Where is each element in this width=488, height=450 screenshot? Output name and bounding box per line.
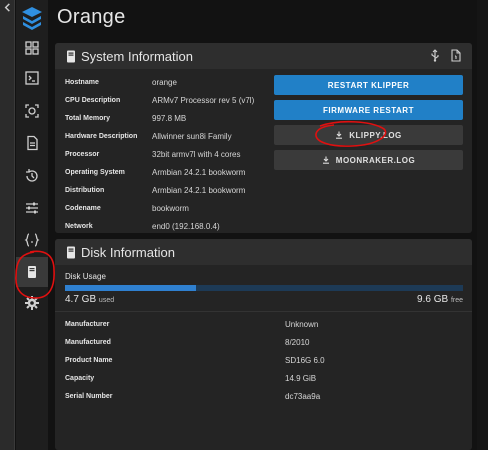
disk-free-value: 9.6 GB <box>417 294 449 305</box>
disk-used: 4.7 GB used <box>65 294 114 305</box>
sidebar-item-settings[interactable] <box>16 288 48 318</box>
info-value: Allwinner sun8i Family <box>152 132 232 141</box>
info-label: Manufacturer <box>65 321 110 328</box>
usb-icon[interactable] <box>429 49 441 62</box>
sidebar-item-system[interactable] <box>16 257 48 287</box>
disk-used-value: 4.7 GB <box>65 294 97 305</box>
file-info-icon[interactable] <box>450 49 462 62</box>
firmware-restart-label: FIRMWARE RESTART <box>323 105 414 115</box>
info-value: 14.9 GiB <box>285 374 317 383</box>
info-label: Serial Number <box>65 393 113 400</box>
info-value: 8/2010 <box>285 338 310 347</box>
tune-icon <box>26 202 38 214</box>
info-label: Network <box>65 223 93 230</box>
klippy-log-label: KLIPPY.LOG <box>349 130 402 140</box>
sidebar-item-history[interactable] <box>16 161 48 191</box>
disk-info-header: Disk Information <box>55 239 472 265</box>
webcam-icon <box>25 104 39 118</box>
system-icon <box>28 266 36 278</box>
disk-free-suffix: free <box>450 297 463 304</box>
info-value: Unknown <box>285 320 319 329</box>
disk-usage-bar <box>65 285 463 291</box>
info-value: orange <box>152 78 177 87</box>
info-label: Hostname <box>65 79 99 86</box>
info-value: 997.8 MB <box>152 114 187 123</box>
moonraker-log-button[interactable]: MOONRAKER.LOG <box>274 150 463 170</box>
disk-free: 9.6 GB free <box>417 294 463 305</box>
info-label: Total Memory <box>65 115 110 122</box>
disk-info-title: Disk Information <box>81 244 175 260</box>
sidebar-item-webcam[interactable] <box>16 96 48 126</box>
disk-info-card: Disk Information Disk Usage 4.7 GB used … <box>55 239 472 450</box>
console-icon <box>25 71 39 85</box>
info-value: bookworm <box>152 204 189 213</box>
collapse-strip[interactable] <box>0 0 15 450</box>
system-info-title: System Information <box>81 48 193 64</box>
system-info-card: System Information Hostname orange CPU D… <box>55 43 472 233</box>
info-label: Capacity <box>65 375 95 382</box>
download-icon <box>336 131 343 139</box>
restart-klipper-label: RESTART KLIPPER <box>327 80 410 90</box>
info-value: dc73aa9a <box>285 392 321 401</box>
dashboard-icon <box>25 41 39 55</box>
disk-used-suffix: used <box>98 297 115 304</box>
klippy-log-button[interactable]: KLIPPY.LOG <box>274 125 463 145</box>
sidebar-item-config[interactable] <box>16 225 48 255</box>
info-value: 32bit armv7l with 4 cores <box>152 150 241 159</box>
info-label: Distribution <box>65 187 105 194</box>
system-info-header: System Information <box>55 43 472 69</box>
disk-usage-label: Disk Usage <box>65 272 106 281</box>
info-value: SD16G 6.0 <box>285 356 325 365</box>
page-title: Orange <box>57 6 126 28</box>
sidebar-item-files[interactable] <box>16 128 48 158</box>
config-icon <box>24 233 40 247</box>
sidebar-item-console[interactable] <box>16 63 48 93</box>
sd-card-icon <box>67 50 75 62</box>
divider <box>55 311 472 312</box>
info-value: Armbian 24.2.1 bookworm <box>152 168 246 177</box>
history-icon <box>26 169 38 182</box>
sidebar-item-tune[interactable] <box>16 193 48 223</box>
info-value: end0 (192.168.0.4) <box>152 222 220 231</box>
info-value: Armbian 24.2.1 bookworm <box>152 186 246 195</box>
settings-icon <box>25 296 39 310</box>
info-label: Manufactured <box>65 339 111 346</box>
sidebar-item-dashboard[interactable] <box>16 33 48 63</box>
info-label: Processor <box>65 151 100 158</box>
app-logo-icon[interactable] <box>20 5 44 31</box>
disk-usage-fill <box>65 285 197 291</box>
sidebar <box>16 0 48 450</box>
info-value: ARMv7 Processor rev 5 (v7l) <box>152 96 255 105</box>
info-label: Hardware Description <box>65 133 138 140</box>
files-icon <box>27 135 38 151</box>
disk-icon <box>67 246 75 258</box>
download-icon <box>322 156 329 164</box>
info-label: Codename <box>65 205 101 212</box>
moonraker-log-label: MOONRAKER.LOG <box>335 155 416 165</box>
scrollbar-track[interactable] <box>477 0 488 450</box>
chevron-left-icon[interactable] <box>2 2 13 13</box>
restart-klipper-button[interactable]: RESTART KLIPPER <box>274 75 463 95</box>
info-label: Operating System <box>65 169 125 176</box>
firmware-restart-button[interactable]: FIRMWARE RESTART <box>274 100 463 120</box>
info-label: Product Name <box>65 357 113 364</box>
info-label: CPU Description <box>65 97 121 104</box>
